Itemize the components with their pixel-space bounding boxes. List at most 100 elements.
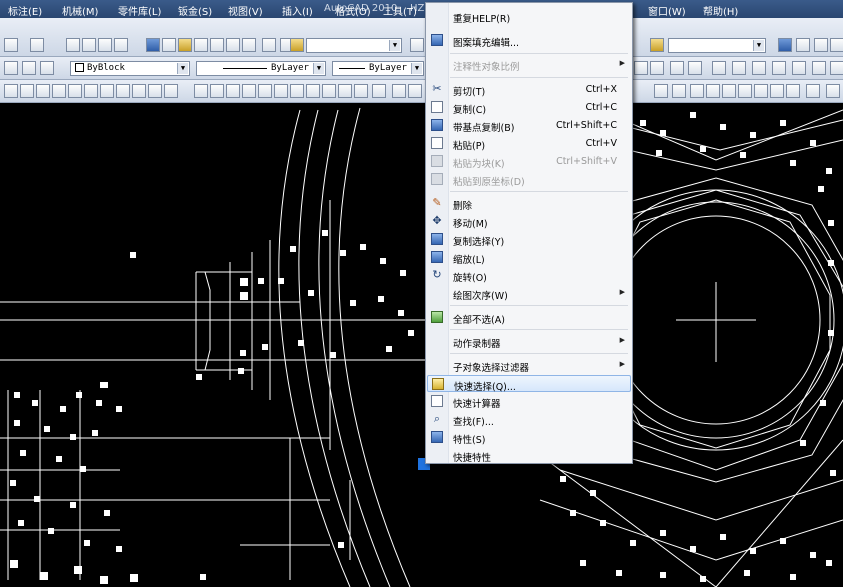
- menu-item-quick-calc[interactable]: 快速计算器: [427, 393, 631, 410]
- menu-insert[interactable]: 插入(I): [282, 3, 313, 18]
- jogged-dim-icon[interactable]: [84, 84, 98, 98]
- menu-item-find[interactable]: ⌕ 查找(F)...: [427, 411, 631, 429]
- leader-icon[interactable]: [338, 84, 352, 98]
- layer-previous-icon[interactable]: [814, 38, 828, 52]
- offset-icon[interactable]: [722, 84, 736, 98]
- redo-icon[interactable]: [30, 38, 44, 52]
- menu-item-move[interactable]: ✥ 移动(M): [427, 213, 631, 230]
- tool-palettes-icon[interactable]: [178, 38, 192, 52]
- mirror-icon[interactable]: [738, 84, 752, 98]
- array-icon[interactable]: [754, 84, 768, 98]
- hatch-icon[interactable]: [752, 61, 766, 75]
- diameter-dim-icon[interactable]: [100, 84, 114, 98]
- menu-item-paste-block[interactable]: 粘贴为块(K) Ctrl+Shift+V: [427, 153, 631, 170]
- layer-manager-icon[interactable]: [778, 38, 792, 52]
- dim-edit-icon[interactable]: [242, 84, 256, 98]
- dim-text-edit-icon[interactable]: [258, 84, 272, 98]
- menu-tools[interactable]: 工具(T): [383, 3, 417, 18]
- menu-item-cut[interactable]: ✂ 剪切(T) Ctrl+X: [427, 81, 631, 99]
- snap-icon[interactable]: [634, 61, 648, 75]
- menu-item-paste-orig[interactable]: 粘贴到原坐标(D): [427, 171, 631, 188]
- menu-item-annotative-scale[interactable]: 注释性对象比例 ▶: [427, 56, 631, 73]
- menu-item-scale[interactable]: 缩放(L): [427, 249, 631, 266]
- quick-dim-icon[interactable]: [132, 84, 146, 98]
- center-mark-icon[interactable]: [210, 84, 224, 98]
- calc-icon[interactable]: [226, 38, 240, 52]
- menu-item-paste[interactable]: 粘贴(P) Ctrl+V: [427, 135, 631, 152]
- extend-icon[interactable]: [786, 84, 800, 98]
- fillet-icon[interactable]: [806, 84, 820, 98]
- ordinate-dim-icon[interactable]: [52, 84, 66, 98]
- text-annot-icon[interactable]: [372, 84, 386, 98]
- menu-item-properties[interactable]: 特性(S): [427, 429, 631, 446]
- multileader-style-combo[interactable]: ▼: [668, 38, 766, 53]
- drawing-canvas[interactable]: [0, 103, 843, 587]
- color-combo[interactable]: ByBlock ▼: [70, 61, 190, 76]
- menu-window[interactable]: 窗口(W): [648, 3, 686, 18]
- xline-icon[interactable]: [690, 84, 704, 98]
- zoom-realtime-icon[interactable]: [82, 38, 96, 52]
- angular-dim-icon[interactable]: [116, 84, 130, 98]
- menu-item-quick-properties[interactable]: 快捷特性: [427, 447, 631, 464]
- help-icon[interactable]: [262, 38, 276, 52]
- tolerance-icon[interactable]: [194, 84, 208, 98]
- menu-item-copy-select[interactable]: 复制选择(Y): [427, 231, 631, 248]
- arc-tool-icon[interactable]: [670, 61, 684, 75]
- layer-state-icon[interactable]: [796, 38, 810, 52]
- insert-block-icon[interactable]: [732, 61, 746, 75]
- continue-dim-icon[interactable]: [164, 84, 178, 98]
- menu-item-erase[interactable]: ✎ 删除: [427, 195, 631, 213]
- spline-icon[interactable]: [706, 84, 720, 98]
- mtext-icon[interactable]: [830, 61, 843, 75]
- menu-item-copy[interactable]: 复制(C) Ctrl+C: [427, 99, 631, 116]
- balloon-icon[interactable]: [354, 84, 368, 98]
- match-layer-icon[interactable]: [40, 61, 54, 75]
- text-style-icon[interactable]: [290, 38, 304, 52]
- baseline-dim-icon[interactable]: [148, 84, 162, 98]
- arc-length-icon[interactable]: [36, 84, 50, 98]
- table-icon[interactable]: [242, 38, 256, 52]
- zoom-window-icon[interactable]: [98, 38, 112, 52]
- zoom-icon[interactable]: [392, 84, 406, 98]
- table-tool-icon[interactable]: [812, 61, 826, 75]
- linear-dim-icon[interactable]: [4, 84, 18, 98]
- layer-icon[interactable]: [4, 61, 18, 75]
- menu-dimension[interactable]: 标注(E): [8, 3, 42, 18]
- menu-help[interactable]: 帮助(H): [703, 3, 738, 18]
- region-icon[interactable]: [792, 61, 806, 75]
- markup-icon[interactable]: [210, 38, 224, 52]
- multileader-style-icon[interactable]: [650, 38, 664, 52]
- circle-tool-icon[interactable]: [650, 61, 664, 75]
- trim-icon[interactable]: [770, 84, 784, 98]
- menu-sheetmetal[interactable]: 钣金(S): [178, 3, 212, 18]
- layer-props-icon[interactable]: [22, 61, 36, 75]
- properties-icon[interactable]: [146, 38, 160, 52]
- layer-isolate-icon[interactable]: [830, 38, 843, 52]
- menu-item-deselect-all[interactable]: 全部不选(A): [427, 309, 631, 326]
- linetype-combo[interactable]: ByLayer ▼: [196, 61, 326, 76]
- menu-item-hatch-edit[interactable]: 图案填充编辑...: [427, 32, 631, 49]
- weld-icon[interactable]: [322, 84, 336, 98]
- menu-item-copy-base[interactable]: 带基点复制(B) Ctrl+Shift+C: [427, 117, 631, 134]
- pan-icon[interactable]: [66, 38, 80, 52]
- chamfer-icon[interactable]: [826, 84, 840, 98]
- polyline-icon[interactable]: [654, 84, 668, 98]
- undo-icon[interactable]: [4, 38, 18, 52]
- menu-item-rotate[interactable]: ↻ 旋转(O): [427, 267, 631, 285]
- menu-item-subobject-filter[interactable]: 子对象选择过滤器 ▶: [427, 357, 631, 374]
- menu-format[interactable]: 格式(O): [335, 3, 371, 18]
- menu-mechanical[interactable]: 机械(M): [62, 3, 98, 18]
- dim-style-icon[interactable]: [410, 38, 424, 52]
- zoom-previous-icon[interactable]: [114, 38, 128, 52]
- dim-update-icon[interactable]: [274, 84, 288, 98]
- menu-item-draw-order[interactable]: 绘图次序(W) ▶: [427, 285, 631, 302]
- zoom-extents-icon[interactable]: [408, 84, 422, 98]
- radius-dim-icon[interactable]: [68, 84, 82, 98]
- block-icon[interactable]: [712, 61, 726, 75]
- inspection-icon[interactable]: [226, 84, 240, 98]
- surface-icon[interactable]: [290, 84, 304, 98]
- datum-icon[interactable]: [306, 84, 320, 98]
- design-center-icon[interactable]: [162, 38, 176, 52]
- line-icon[interactable]: [672, 84, 686, 98]
- sheet-set-icon[interactable]: [194, 38, 208, 52]
